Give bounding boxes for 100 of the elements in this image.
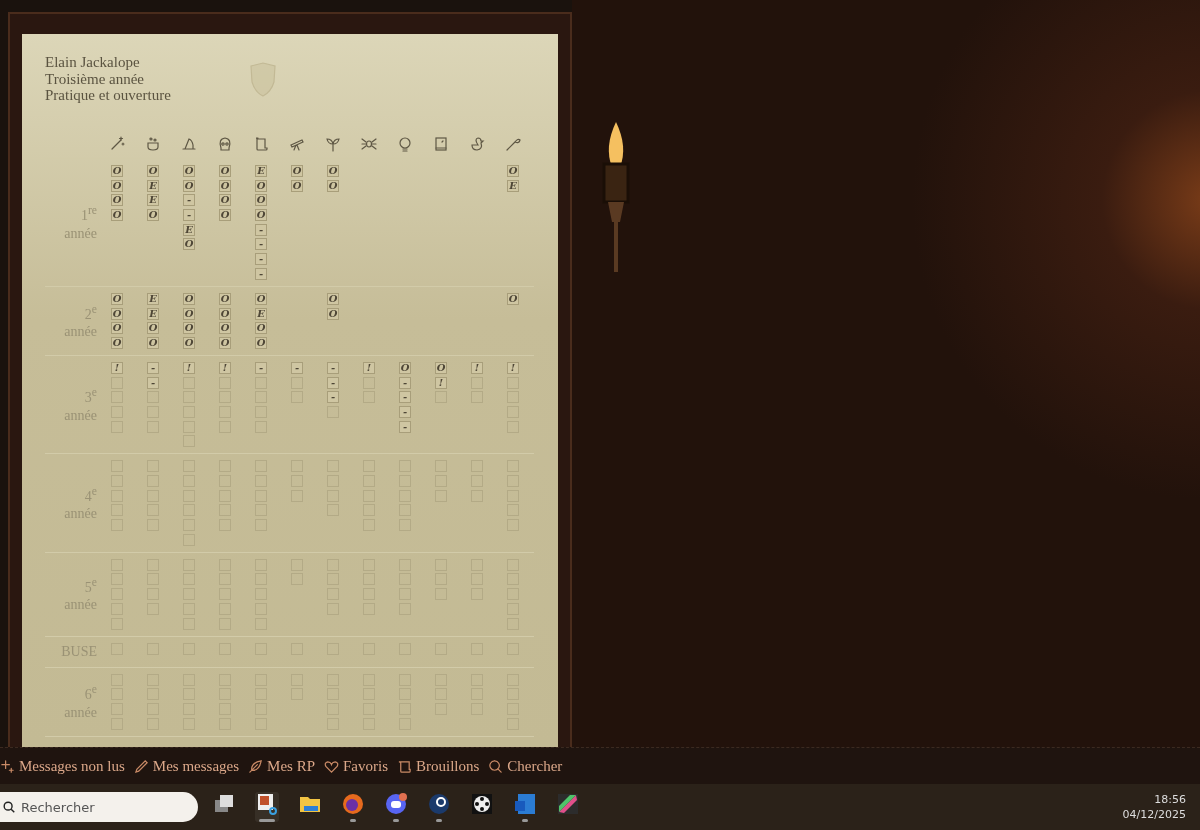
grade-box: O [111,179,123,192]
grade-box: O [327,179,339,192]
search-icon [2,800,16,814]
grade-box: E [255,165,267,177]
grade-box: ! [111,361,123,374]
grade-box: O [291,179,303,192]
search-field[interactable]: Rechercher [0,792,198,822]
grade-box: O [111,292,123,305]
sprout-icon [325,136,341,152]
grade-box: ! [219,361,231,374]
grade-box: O [111,209,123,222]
grade-box: O [327,292,339,305]
clock-date: 04/12/2025 [1122,807,1186,822]
grade-box: - [327,376,339,389]
grade-box: E [507,179,519,192]
clock-time: 18:56 [1154,792,1186,807]
grade-box: O [183,307,195,320]
grade-box: - [291,361,303,374]
grade-box: - [147,361,159,374]
grade-box: O [147,336,159,349]
duck-icon [469,136,485,152]
grade-box: - [255,361,267,374]
grade-box: O [507,292,519,305]
heart-icon [324,758,339,774]
grade-box: E [147,194,159,207]
grade-box: E [147,292,159,305]
grade-box: O [255,179,267,192]
grade-box: O [435,361,447,374]
feather-icon [248,758,264,774]
nav-link[interactable]: Brouillons [397,757,480,775]
header-text: Pratique et ouverture [45,87,171,104]
wand-icon [109,136,125,152]
nav-link[interactable]: Mes messages [133,757,240,775]
grade-box: - [255,223,267,236]
grade-box: O [255,209,267,222]
grade-box: E [147,179,159,192]
grade-box: ! [507,361,519,374]
grade-box: ! [183,361,195,374]
firefox-app-icon[interactable] [341,792,365,822]
grade-box: O [255,322,267,335]
grade-box: O [183,238,195,251]
nav-link[interactable]: Chercher [488,757,563,775]
grade-box: O [219,322,231,335]
discord-app-icon[interactable] [384,792,408,822]
spider-icon [361,136,377,152]
search-icon [488,758,504,774]
grade-box: O [111,307,123,320]
header-text: Troisième année [45,70,145,87]
grade-box: ! [435,376,447,389]
grade-box: O [111,165,123,177]
grade-box: O [219,292,231,305]
grade-box: - [399,420,411,433]
grade-box: O [255,292,267,305]
steam-app-icon[interactable] [427,792,451,822]
hat-icon [181,136,197,152]
grade-box: O [219,336,231,349]
broom-icon [505,136,521,152]
grade-box: O [219,307,231,320]
grade-box: - [147,376,159,389]
grade-box: O [183,165,195,177]
grade-box: O [219,194,231,207]
word-app-icon[interactable] [513,792,537,822]
grade-box: O [111,322,123,335]
grade-box: E [183,223,195,236]
grade-box: O [147,165,159,177]
snip-app-icon[interactable] [255,792,279,822]
grade-box: - [327,391,339,404]
grade-box: E [255,307,267,320]
grade-box: O [147,322,159,335]
book-icon [433,136,449,152]
grade-box: - [255,253,267,266]
grade-box: O [327,307,339,320]
nav-link[interactable]: Favoris [324,757,388,775]
grade-box: O [111,336,123,349]
grade-box: O [111,194,123,207]
grade-box: O [507,165,519,177]
grade-box: - [183,209,195,222]
grade-box: O [183,292,195,305]
grade-box: O [327,165,339,177]
grade-box: - [327,361,339,374]
nav-link[interactable]: Messages non lus [0,757,125,775]
grade-box: O [255,336,267,349]
grade-box: ! [363,361,375,374]
grade-box: - [399,405,411,418]
grade-box: - [183,194,195,207]
grade-box: O [291,165,303,177]
scroll-icon [397,758,412,774]
grade-box: O [183,336,195,349]
cauldron-icon [145,136,161,152]
header-text: Elain Jackalope [45,54,141,71]
grade-box: - [399,391,411,404]
grade-box: ! [471,361,483,374]
grade-box: O [219,165,231,177]
skull-icon [217,136,233,152]
grade-box: O [219,209,231,222]
bulb-icon [397,136,413,152]
grade-box: O [183,179,195,192]
nav-link[interactable]: Mes RP [248,757,315,775]
grade-box: O [183,322,195,335]
grade-box: O [255,194,267,207]
